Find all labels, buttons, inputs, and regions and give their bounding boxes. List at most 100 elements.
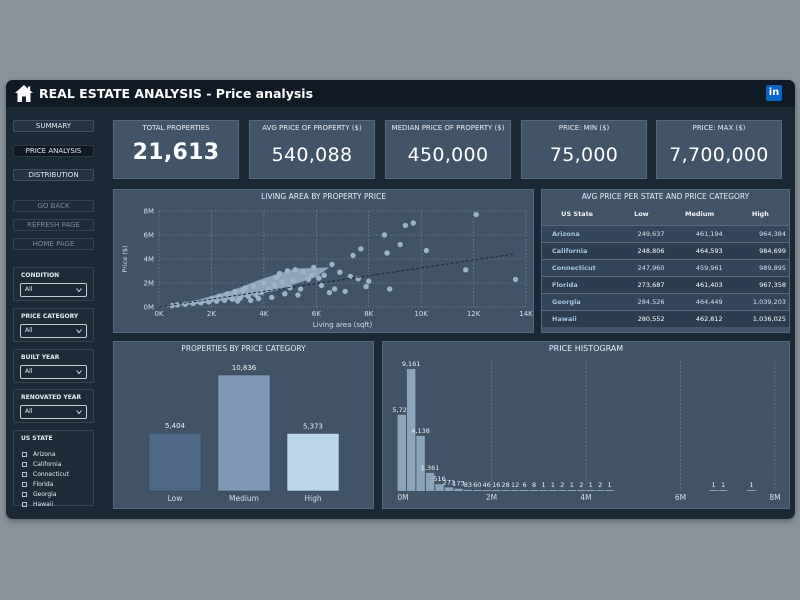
renovated-year-slicer: RENOVATED YEAR All xyxy=(13,389,94,423)
histogram-bar xyxy=(595,490,605,491)
x-tick-label: 10K xyxy=(414,310,428,318)
refresh-page-button[interactable]: REFRESH PAGE xyxy=(13,219,94,231)
condition-dropdown[interactable]: All xyxy=(20,283,87,297)
scatter-point xyxy=(229,296,236,302)
linkedin-icon[interactable]: in xyxy=(766,85,782,101)
built-year-slicer: BUILT YEAR All xyxy=(13,349,94,383)
price-category-chart: 5,404 Low 10,836 Medium 5,373 High xyxy=(148,364,340,503)
scatter-point xyxy=(182,301,188,307)
state-option-florida[interactable]: Florida xyxy=(22,474,53,488)
scatter-point xyxy=(316,275,322,281)
scatter-point xyxy=(234,298,241,304)
category-label: Medium xyxy=(229,494,259,503)
histogram-bar xyxy=(510,490,520,491)
scatter-point xyxy=(282,291,288,297)
state-cell: Hawaii xyxy=(542,309,613,327)
scatter-point xyxy=(358,246,364,252)
summary-button[interactable]: SUMMARY xyxy=(13,120,94,132)
price-category-label: PRICE CATEGORY xyxy=(21,313,79,320)
total-properties-label: TOTAL PROPERTIES xyxy=(142,124,210,132)
title-bar: REAL ESTATE ANALYSIS - Price analysis in xyxy=(6,80,795,107)
histogram-data-label: 1 xyxy=(608,481,612,489)
x-tick-label: 14K xyxy=(519,310,533,318)
chevron-down-icon xyxy=(76,288,82,293)
us-state-slicer: US STATE Arizona California Connecticut … xyxy=(13,430,94,508)
histogram-data-label: 2 xyxy=(598,481,602,489)
histogram-data-label: 1,361 xyxy=(421,464,440,472)
scatter-point xyxy=(329,261,335,268)
histogram-data-label: 46 xyxy=(483,481,491,489)
avg-price-card: AVG PRICE OF PROPERTY ($) 540,088 xyxy=(249,120,375,179)
histogram-bar xyxy=(520,490,529,491)
table-header: High xyxy=(751,210,769,219)
scatter-point xyxy=(397,241,403,248)
price-analysis-button[interactable]: PRICE ANALYSIS xyxy=(13,145,94,157)
x-tick-label: 8K xyxy=(364,310,373,318)
value-cell: 464,449 xyxy=(670,292,729,310)
scatter-point xyxy=(366,278,372,284)
state-option-connecticut[interactable]: Connecticut xyxy=(22,464,69,478)
price-category-value: All xyxy=(25,327,33,334)
histogram-data-label: 60 xyxy=(473,481,481,489)
median-price-card: MEDIAN PRICE OF PROPERTY ($) 450,000 xyxy=(385,120,511,179)
table-row: California 248,806 464,593 984,699 xyxy=(542,241,789,259)
scatter-point xyxy=(276,270,283,277)
value-cell: 280,552 xyxy=(612,309,671,327)
value-cell: 984,699 xyxy=(728,241,789,259)
scatter-point xyxy=(213,298,220,304)
state-option-georgia[interactable]: Georgia xyxy=(22,484,57,498)
value-cell: 248,806 xyxy=(612,241,671,259)
price-category-slicer: PRICE CATEGORY All xyxy=(13,308,94,342)
renovated-year-dropdown[interactable]: All xyxy=(20,405,87,419)
scatter-point xyxy=(232,288,238,295)
value-cell: 247,960 xyxy=(612,258,671,276)
bar-high xyxy=(286,433,340,492)
home-page-button[interactable]: HOME PAGE xyxy=(13,238,94,250)
renovated-year-value: All xyxy=(25,408,33,415)
max-price-label: PRICE: MAX ($) xyxy=(692,124,746,132)
histogram-bar xyxy=(747,490,756,491)
scatter-point xyxy=(423,247,430,254)
scatter-point xyxy=(310,264,317,271)
x-tick-label: 6K xyxy=(312,310,321,318)
state-option-california[interactable]: California xyxy=(22,454,62,468)
median-price-value: 450,000 xyxy=(407,144,489,166)
table-row: Hawaii 280,552 462,812 1,036,025 xyxy=(542,309,789,327)
category-label: High xyxy=(304,494,321,503)
histogram-bar xyxy=(709,490,718,491)
scatter-point xyxy=(350,252,356,259)
home-icon[interactable] xyxy=(14,84,34,104)
table-header: Low xyxy=(634,210,649,219)
histogram-bar xyxy=(548,490,558,491)
value-cell: 249,637 xyxy=(612,224,671,242)
x-tick-label: 2K xyxy=(207,310,216,318)
price-category-dropdown[interactable]: All xyxy=(20,324,87,338)
scatter-point xyxy=(208,295,215,302)
go-back-button[interactable]: GO BACK xyxy=(13,200,94,212)
scatter-chart: 0K 2K 4K 6K 8K 10K 12K 14K 0M 2M 4M 6M 8M Living area… xyxy=(121,208,533,330)
value-cell: 1,036,025 xyxy=(728,309,789,327)
histogram-bar xyxy=(577,490,586,491)
histogram-bar xyxy=(539,490,548,491)
checkbox[interactable] xyxy=(22,502,27,507)
built-year-dropdown[interactable]: All xyxy=(20,365,87,379)
x-tick-label: 0M xyxy=(397,493,408,502)
histogram-data-label: 1 xyxy=(541,481,545,489)
state-option-hawaii[interactable]: Hawaii xyxy=(22,494,53,508)
histogram-bar xyxy=(454,488,463,491)
us-state-label: US STATE xyxy=(21,435,53,442)
value-cell: 284,526 xyxy=(612,292,671,310)
state-cell: Arizona xyxy=(542,224,613,242)
state-cell: Georgia xyxy=(542,292,613,310)
bar-data-label: 10,836 xyxy=(232,364,257,372)
table-header: US State xyxy=(561,210,594,219)
bar-data-label: 5,404 xyxy=(165,422,186,430)
value-cell: 967,358 xyxy=(728,275,789,293)
state-option-arizona[interactable]: Arizona xyxy=(22,444,56,458)
y-tick-label: 4M xyxy=(144,256,155,264)
distribution-button[interactable]: DISTRIBUTION xyxy=(13,169,94,181)
histogram-data-label: 1 xyxy=(551,481,555,489)
price-category-panel: PROPERTIES BY PRICE CATEGORY 5,404 Low 10,… xyxy=(113,341,374,509)
histogram-data-label: 1 xyxy=(589,481,593,489)
scatter-point xyxy=(255,295,262,302)
